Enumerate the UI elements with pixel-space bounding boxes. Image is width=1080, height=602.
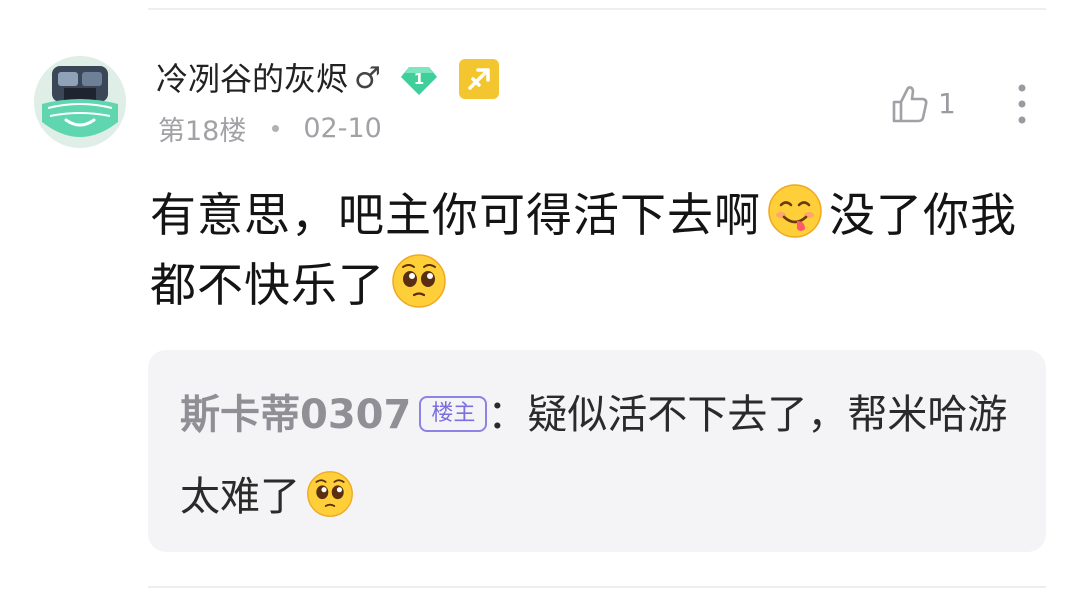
username-row: 冷冽谷的灰烬 ♂ 1 <box>156 56 499 102</box>
floor-number: 第18楼 <box>158 115 247 147</box>
post-meta: 第18楼 02-10 <box>158 108 382 148</box>
post-content: 有意思，吧主你可得活下去啊 没了你我都不快乐了 <box>150 180 1030 320</box>
tongue-smile-emoji <box>767 183 823 239</box>
thumbs-up-icon <box>892 86 928 123</box>
post-text-1: 有意思，吧主你可得活下去啊 <box>150 188 761 242</box>
quote-author[interactable]: 斯卡蒂0307 <box>180 392 411 438</box>
diamond-level-icon[interactable]: 1 <box>399 59 439 99</box>
meta-separator <box>272 124 280 132</box>
like-button[interactable]: 1 <box>888 80 956 128</box>
username[interactable]: 冷冽谷的灰烬 <box>156 56 348 102</box>
quoted-reply[interactable]: 斯卡蒂0307 楼主 ：疑似活不下去了，帮米哈游太难了 <box>148 350 1046 552</box>
quote-colon: ： <box>487 392 528 438</box>
more-button[interactable] <box>1008 80 1036 128</box>
pleading-face-emoji <box>391 253 447 309</box>
host-tag: 楼主 <box>419 396 488 432</box>
bottom-divider <box>148 586 1046 588</box>
more-vertical-icon <box>1018 84 1026 124</box>
quoted-reply-text: 斯卡蒂0307 楼主 ：疑似活不下去了，帮米哈游太难了 <box>180 374 1010 538</box>
avatar-image <box>34 56 126 148</box>
avatar[interactable] <box>34 56 126 148</box>
level-number: 1 <box>413 70 425 88</box>
gender-icon: ♂ <box>354 61 381 96</box>
like-count: 1 <box>938 87 956 120</box>
top-divider <box>148 8 1046 10</box>
pleading-face-emoji <box>306 464 354 517</box>
post-date: 02-10 <box>303 112 382 144</box>
sagittarius-icon[interactable] <box>458 59 499 99</box>
